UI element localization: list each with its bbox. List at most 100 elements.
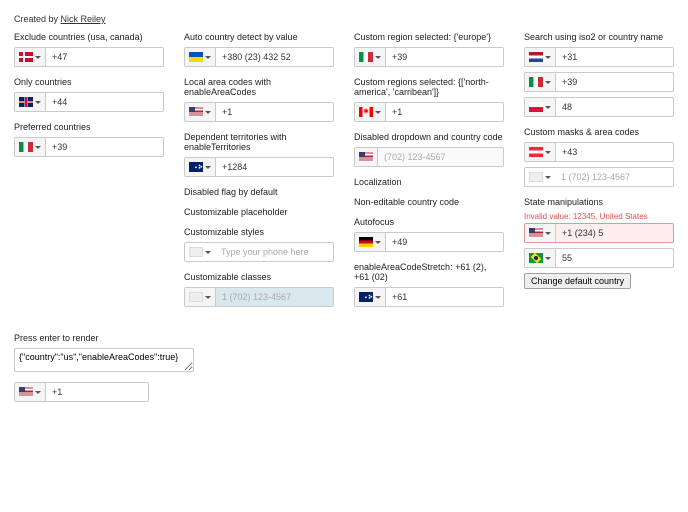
phone-input-search-2[interactable] (556, 98, 685, 116)
phone-input-area[interactable] (216, 103, 345, 121)
author-link[interactable]: Nick Reiley (61, 14, 106, 24)
germany-flag-icon (359, 237, 373, 247)
phone-input-region[interactable] (386, 48, 515, 66)
caption-nonedit: Non-editable country code (354, 197, 504, 207)
column-2: Auto country detect by value Local area … (184, 32, 334, 317)
phone-input-search-0[interactable] (556, 48, 685, 66)
phone-input-classes[interactable] (216, 288, 345, 306)
chevron-down-icon (375, 296, 381, 299)
caption-auto: Auto country detect by value (184, 32, 334, 42)
netherlands-flag-icon (529, 52, 543, 62)
caption-pref: Preferred countries (14, 122, 164, 132)
neutral-flag-icon (189, 292, 203, 302)
flag-dropdown[interactable] (355, 233, 386, 251)
caption-classes: Customizable classes (184, 272, 334, 282)
phone-input-search-1[interactable] (556, 73, 685, 91)
caption-exclude: Exclude countries (usa, canada) (14, 32, 164, 42)
phone-input-press[interactable] (46, 383, 175, 401)
phone-input-stretch[interactable] (386, 288, 515, 306)
chevron-down-icon (35, 146, 41, 149)
flag-dropdown[interactable] (525, 249, 556, 267)
column-4: Search using iso2 or country name Custom… (524, 32, 674, 317)
caption-state: State manipulations (524, 197, 674, 207)
flag-dropdown[interactable] (15, 138, 46, 156)
chevron-down-icon (545, 257, 551, 260)
phone-input-only[interactable] (46, 93, 175, 111)
chevron-down-icon (35, 101, 41, 104)
flag-dropdown[interactable] (525, 143, 556, 161)
caption-autofocus: Autofocus (354, 217, 504, 227)
press-section: Press enter to render (14, 333, 674, 402)
us-flag-icon (189, 107, 203, 117)
flag-dropdown[interactable] (525, 168, 555, 186)
phone-exclude (14, 47, 164, 67)
flag-dropdown[interactable] (525, 48, 556, 66)
phone-input-masks-1[interactable] (555, 168, 684, 186)
chevron-down-icon (545, 81, 551, 84)
italy-flag-icon (529, 77, 543, 87)
caption-disabled-flag: Disabled flag by default (184, 187, 334, 197)
us-flag-icon (359, 152, 373, 162)
flag-dropdown[interactable] (185, 288, 216, 306)
flag-dropdown[interactable] (15, 93, 46, 111)
flag-dropdown[interactable] (15, 48, 46, 66)
phone-input-auto[interactable] (216, 48, 345, 66)
phone-input-territories[interactable] (216, 158, 345, 176)
australia-flag-icon (189, 162, 203, 172)
flag-dropdown[interactable] (185, 243, 215, 261)
flag-dropdown-disabled (355, 148, 378, 166)
flag-dropdown[interactable] (355, 103, 386, 121)
flag-dropdown[interactable] (525, 224, 556, 242)
neutral-flag-icon (189, 247, 203, 257)
caption-search: Search using iso2 or country name (524, 32, 674, 42)
ukraine-flag-icon (189, 52, 203, 62)
us-flag-icon (529, 228, 543, 238)
phone-input-exclude[interactable] (46, 48, 175, 66)
chevron-down-icon (35, 56, 41, 59)
phone-input-disabled (378, 148, 507, 166)
column-3: Custom region selected: {'europe'} Custo… (354, 32, 504, 317)
phone-input-autofocus[interactable] (386, 233, 515, 251)
flag-dropdown[interactable] (185, 103, 216, 121)
flag-dropdown[interactable] (355, 288, 386, 306)
caption-local: Localization (354, 177, 504, 187)
caption-region: Custom region selected: {'europe'} (354, 32, 504, 42)
column-1: Exclude countries (usa, canada) Only cou… (14, 32, 164, 317)
chevron-down-icon (205, 251, 211, 254)
phone-input-masks-0[interactable] (556, 143, 685, 161)
brazil-flag-icon (529, 253, 543, 263)
chevron-down-icon (375, 111, 381, 114)
phone-only (14, 92, 164, 112)
caption-area: Local area codes with enableAreaCodes (184, 77, 334, 97)
phone-input-placeholder[interactable] (215, 243, 344, 261)
flag-dropdown[interactable] (525, 98, 556, 116)
chevron-down-icon (205, 166, 211, 169)
flag-dropdown[interactable] (15, 383, 46, 401)
change-country-button[interactable]: Change default country (524, 273, 631, 289)
caption-press: Press enter to render (14, 333, 674, 343)
created-by-label: Created by (14, 14, 61, 24)
caption-placeholder: Customizable placeholder (184, 207, 334, 217)
phone-input-state-0[interactable] (556, 224, 685, 242)
flag-dropdown[interactable] (185, 48, 216, 66)
flag-dropdown[interactable] (525, 73, 556, 91)
chevron-down-icon (205, 56, 211, 59)
phone-input-regions[interactable] (386, 103, 515, 121)
json-textarea[interactable] (14, 348, 194, 372)
italy-flag-icon (19, 142, 33, 152)
austria-flag-icon (529, 147, 543, 157)
chevron-down-icon (35, 391, 41, 394)
flag-dropdown[interactable] (355, 48, 386, 66)
phone-input-state-1[interactable] (556, 249, 685, 267)
caption-styles: Customizable styles (184, 227, 334, 237)
caption-disabled: Disabled dropdown and country code (354, 132, 504, 142)
us-flag-icon (19, 387, 33, 397)
italy-flag-icon (359, 52, 373, 62)
phone-pref (14, 137, 164, 157)
phone-input-pref[interactable] (46, 138, 175, 156)
flag-dropdown[interactable] (185, 158, 216, 176)
chevron-down-icon (375, 56, 381, 59)
caption-regions: Custom regions selected: {['north-americ… (354, 77, 504, 97)
chevron-down-icon (375, 241, 381, 244)
caption-only: Only countries (14, 77, 164, 87)
